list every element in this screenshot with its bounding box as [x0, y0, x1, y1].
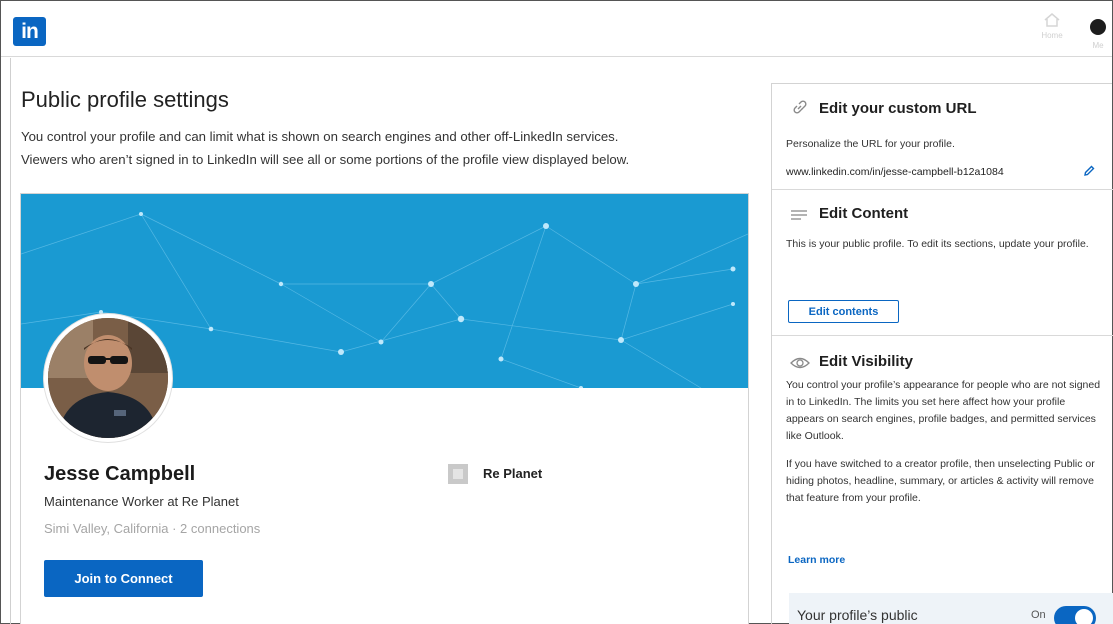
visibility-description: You control your profile’s appearance fo…: [786, 379, 1101, 442]
nav-home[interactable]: Home: [1039, 11, 1065, 47]
public-profile-card: Jesse Campbell Maintenance Worker at Re …: [20, 193, 749, 624]
company-logo-icon: [448, 464, 468, 484]
link-icon: [790, 99, 810, 117]
page-description-line2: Viewers who aren’t signed in to LinkedIn…: [21, 152, 630, 167]
edit-url-pencil-icon[interactable]: [1083, 165, 1095, 180]
profile-headline: Maintenance Worker at Re Planet: [44, 494, 239, 509]
public-visibility-label: Your profile’s public: [797, 607, 918, 623]
profile-location: Simi Valley, California · 2 connections: [44, 521, 261, 536]
linkedin-logo[interactable]: in: [13, 17, 46, 46]
page-title: Public profile settings: [21, 87, 229, 112]
page-description-line1: You control your profile and can limit w…: [21, 129, 619, 144]
top-navigation-bar: in Home Me: [1, 1, 1112, 57]
custom-url-description: Personalize the URL for your profile.: [786, 138, 955, 150]
right-sidebar: Edit your custom URL Personalize the URL…: [771, 83, 1113, 624]
creator-profile-note: If you have switched to a creator profil…: [786, 458, 1095, 504]
edit-content-heading: Edit Content: [819, 205, 909, 222]
join-to-connect-button[interactable]: Join to Connect: [44, 560, 203, 597]
nav-me[interactable]: Me: [1087, 13, 1109, 50]
nav-home-label: Home: [1041, 31, 1063, 40]
home-icon: [1044, 13, 1060, 27]
custom-url-section: Edit your custom URL Personalize the URL…: [772, 84, 1113, 190]
profile-name: Jesse Campbell: [44, 463, 196, 485]
custom-url-value: www.linkedin.com/in/jesse-campbell-b12a1…: [786, 166, 1004, 178]
edit-content-description: This is your public profile. To edit its…: [786, 238, 1089, 250]
public-visibility-toggle[interactable]: [1054, 606, 1096, 624]
eye-icon: [790, 356, 810, 374]
avatar-icon: [1090, 19, 1106, 35]
learn-more-link[interactable]: Learn more: [788, 554, 845, 566]
edit-contents-button[interactable]: Edit contents: [788, 300, 899, 323]
nav-me-label: Me: [1092, 41, 1104, 50]
custom-url-heading: Edit your custom URL: [819, 100, 977, 117]
edit-visibility-section: Edit Visibility You control your profile…: [772, 336, 1113, 624]
profile-photo-image: [48, 318, 168, 438]
toggle-state-label: On: [1031, 609, 1046, 621]
public-visibility-setting: Your profile’s public On: [789, 593, 1113, 624]
left-divider: [10, 58, 11, 624]
lines-icon: [790, 208, 810, 226]
page-description: You control your profile and can limit w…: [21, 125, 751, 171]
profile-photo: [44, 314, 172, 442]
edit-visibility-heading: Edit Visibility: [819, 353, 913, 370]
company-name: Re Planet: [483, 466, 543, 481]
